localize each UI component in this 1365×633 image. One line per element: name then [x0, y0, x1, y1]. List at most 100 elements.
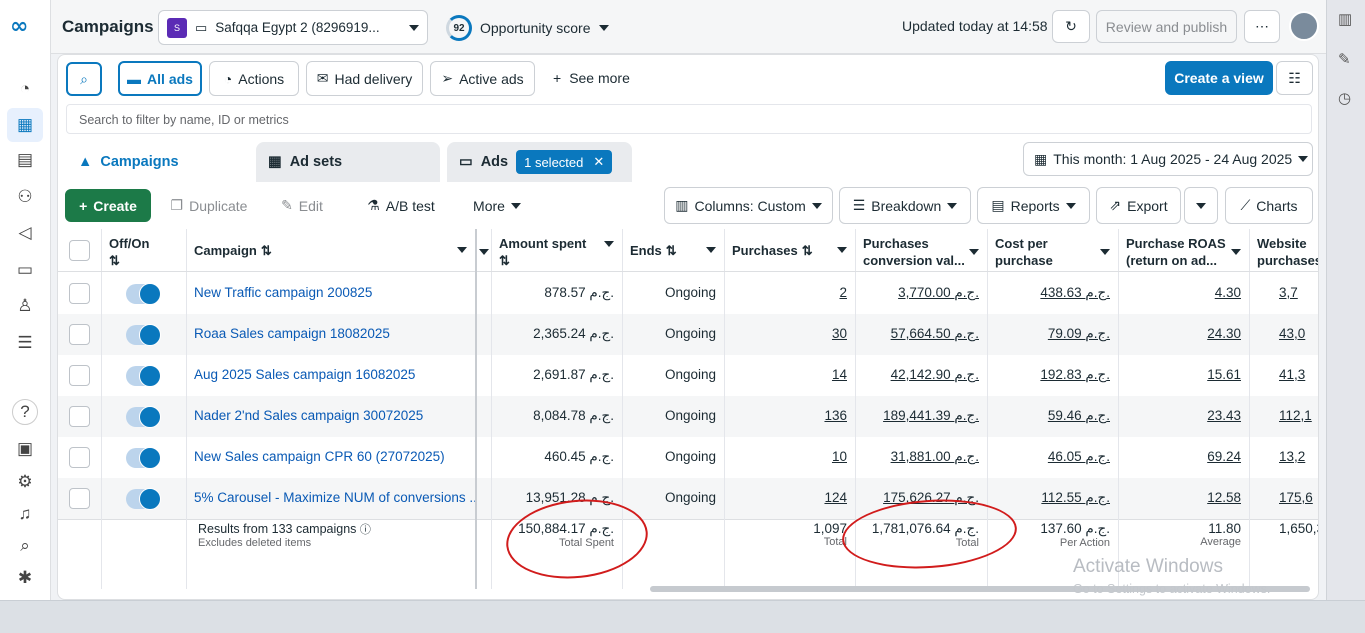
header-collapsed[interactable] [477, 229, 491, 272]
chart-icon[interactable]: ▥ [1338, 10, 1352, 28]
purchases-value[interactable]: 124 [724, 478, 855, 519]
tab-ad-sets[interactable]: ▦ Ad sets [256, 142, 440, 182]
campaign-toggle[interactable] [126, 406, 161, 428]
all-ads-button[interactable]: ▬ All ads [118, 61, 202, 96]
campaign-toggle[interactable] [126, 283, 161, 305]
campaign-name[interactable]: Nader 2'nd Sales campaign 30072025 [186, 396, 475, 437]
row-checkbox[interactable] [69, 365, 90, 386]
select-all-checkbox[interactable] [69, 240, 90, 261]
campaigns-table-icon[interactable]: ▦ [7, 108, 43, 142]
more-options-button[interactable]: ⋯ [1244, 10, 1280, 43]
cost-per-purchase[interactable]: 46.05 ج.م. [987, 437, 1118, 478]
header-cost-per-purchase[interactable]: Cost per purchase [987, 229, 1118, 272]
header-conversion-value[interactable]: Purchases conversion val... [855, 229, 987, 272]
campaign-toggle[interactable] [126, 365, 161, 387]
header-purchases[interactable]: Purchases ⇅ [724, 229, 855, 272]
roas-value[interactable]: 69.24 [1118, 437, 1249, 478]
account-selector[interactable]: S ▭ Safqqa Egypt 2 (8296919... [158, 10, 428, 45]
roas-value[interactable]: 4.30 [1118, 273, 1249, 314]
header-website-purchases[interactable]: Website purchases [1249, 229, 1318, 272]
info-icon[interactable]: ⓘ [360, 524, 371, 536]
close-icon[interactable]: ✕ [593, 154, 604, 170]
cost-per-purchase[interactable]: 192.83 ج.م. [987, 355, 1118, 396]
duplicate-button[interactable]: ❐ Duplicate [157, 189, 261, 222]
megaphone-icon[interactable]: ◁ [12, 220, 38, 246]
documents-icon[interactable]: ▤ [12, 147, 38, 173]
history-clock-icon[interactable]: ◷ [1338, 89, 1351, 107]
header-campaign[interactable]: Campaign ⇅ [186, 229, 475, 272]
filter-settings-button[interactable]: ☷ [1276, 61, 1313, 95]
row-checkbox[interactable] [69, 283, 90, 304]
roas-value[interactable]: 24.30 [1118, 314, 1249, 355]
breakdown-button[interactable]: ☰ Breakdown [839, 187, 971, 224]
campaign-toggle[interactable] [126, 488, 161, 510]
purchases-value[interactable]: 10 [724, 437, 855, 478]
columns-button[interactable]: ▥ Columns: Custom [664, 187, 833, 224]
create-view-button[interactable]: Create a view [1165, 61, 1273, 95]
charts-button[interactable]: ⟋ Charts [1225, 187, 1313, 224]
reports-button[interactable]: ▤ Reports [977, 187, 1090, 224]
conversion-value[interactable]: 189,441.39 ج.م. [855, 396, 987, 437]
review-publish-button[interactable]: Review and publish [1096, 10, 1237, 43]
search-icon[interactable]: ⌕ [12, 533, 38, 559]
notifications-bell-icon[interactable]: ♫ [12, 501, 38, 527]
website-purchases[interactable]: 13,2 [1249, 437, 1318, 478]
tab-ads[interactable]: ▭ Ads 1 selected ✕ [447, 142, 632, 182]
roas-value[interactable]: 12.58 [1118, 478, 1249, 519]
create-button[interactable]: + Create [65, 189, 151, 222]
campaign-name[interactable]: Aug 2025 Sales campaign 16082025 [186, 355, 475, 396]
refresh-button[interactable]: ↻ [1052, 10, 1090, 43]
opportunity-score[interactable]: 92 Opportunity score [446, 15, 609, 41]
edit-button[interactable]: ✎ Edit [266, 189, 338, 222]
row-checkbox[interactable] [69, 406, 90, 427]
help-icon[interactable]: ? [12, 399, 38, 425]
cost-per-purchase[interactable]: 438.63 ج.م. [987, 273, 1118, 314]
roas-value[interactable]: 15.61 [1118, 355, 1249, 396]
campaign-name[interactable]: New Traffic campaign 200825 [186, 273, 475, 314]
conversion-value[interactable]: 3,770.00 ج.م. [855, 273, 987, 314]
header-offon[interactable]: Off/On ⇅ [101, 229, 186, 272]
billing-card-icon[interactable]: ▭ [12, 257, 38, 283]
dashboard-icon[interactable]: ◔ [12, 76, 38, 102]
website-purchases[interactable]: 43,0 [1249, 314, 1318, 355]
row-checkbox[interactable] [69, 488, 90, 509]
campaign-toggle[interactable] [126, 324, 161, 346]
audiences-icon[interactable]: ⚇ [12, 184, 38, 210]
selected-chip[interactable]: 1 selected ✕ [516, 150, 613, 174]
conversion-value[interactable]: 57,664.50 ج.م. [855, 314, 987, 355]
row-checkbox[interactable] [69, 447, 90, 468]
website-purchases[interactable]: 41,3 [1249, 355, 1318, 396]
header-roas[interactable]: Purchase ROAS (return on ad... [1118, 229, 1249, 272]
conversion-value[interactable]: 42,142.90 ج.م. [855, 355, 987, 396]
campaign-name[interactable]: Roaa Sales campaign 18082025 [186, 314, 475, 355]
campaign-name[interactable]: New Sales campaign CPR 60 (27072025) [186, 437, 475, 478]
ab-test-button[interactable]: ⚗ A/B test [352, 189, 450, 222]
website-purchases[interactable]: 175,6 [1249, 478, 1318, 519]
purchases-value[interactable]: 136 [724, 396, 855, 437]
purchases-value[interactable]: 30 [724, 314, 855, 355]
search-input[interactable]: Search to filter by name, ID or metrics [66, 104, 1312, 134]
pencil-icon[interactable]: ✎ [1338, 50, 1351, 68]
purchases-value[interactable]: 2 [724, 273, 855, 314]
had-delivery-button[interactable]: ✉ Had delivery [306, 61, 423, 96]
export-button[interactable]: ⇗ Export [1096, 187, 1181, 224]
export-dropdown-button[interactable] [1184, 187, 1218, 224]
see-more-button[interactable]: + See more [553, 70, 630, 86]
search-toggle-button[interactable]: ⌕ [66, 62, 102, 96]
row-checkbox[interactable] [69, 324, 90, 345]
website-purchases[interactable]: 3,7 [1249, 273, 1318, 314]
cost-per-purchase[interactable]: 59.46 ج.م. [987, 396, 1118, 437]
header-ends[interactable]: Ends ⇅ [622, 229, 724, 272]
header-amount-spent[interactable]: Amount spent ⇅ [491, 229, 622, 272]
actions-button[interactable]: ◔ Actions [209, 61, 299, 96]
purchases-value[interactable]: 14 [724, 355, 855, 396]
cost-per-purchase[interactable]: 79.09 ج.م. [987, 314, 1118, 355]
campaign-toggle[interactable] [126, 447, 161, 469]
roas-value[interactable]: 23.43 [1118, 396, 1249, 437]
active-ads-button[interactable]: ➢ Active ads [430, 61, 535, 96]
tab-campaigns[interactable]: ▲ Campaigns [66, 142, 249, 182]
campaign-name[interactable]: 5% Carousel - Maximize NUM of conversion… [186, 478, 475, 519]
meta-logo[interactable]: ∞ [10, 14, 28, 39]
conversion-value[interactable]: 31,881.00 ج.م. [855, 437, 987, 478]
website-purchases[interactable]: 112,1 [1249, 396, 1318, 437]
